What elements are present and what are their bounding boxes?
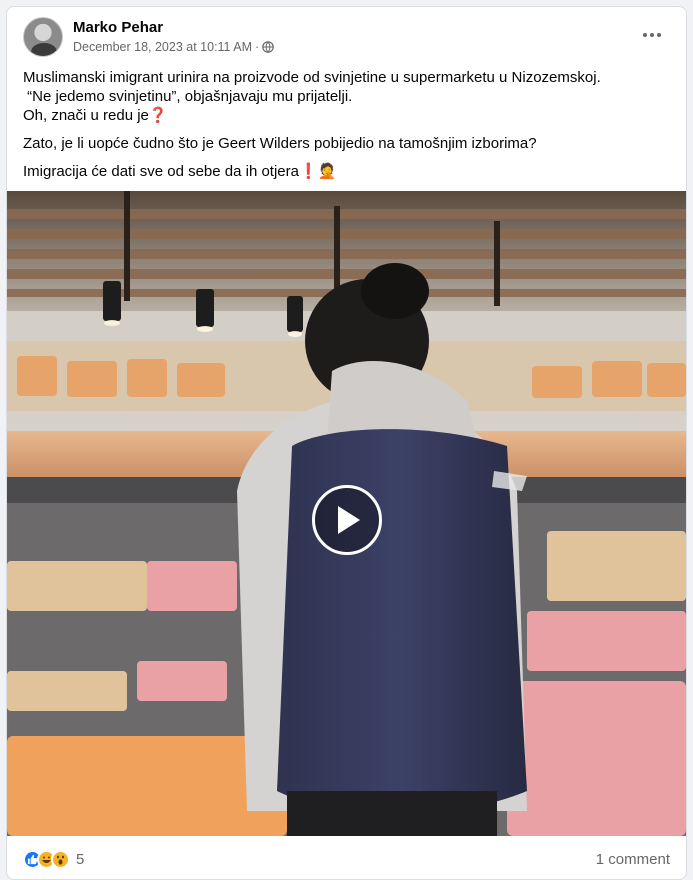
meta-separator: · bbox=[255, 40, 260, 54]
post-timestamp[interactable]: December 18, 2023 at 10:11 AM bbox=[73, 40, 252, 54]
reaction-count[interactable]: 5 bbox=[76, 851, 84, 868]
facepalm-emoji: 🤦 bbox=[317, 163, 337, 180]
comments-link[interactable]: 1 comment bbox=[596, 851, 670, 868]
author-avatar[interactable] bbox=[23, 17, 63, 57]
post-meta: December 18, 2023 at 10:11 AM · bbox=[73, 40, 275, 54]
post-text-line: Zato, je li uopće čudno što je Geert Wil… bbox=[23, 135, 537, 152]
reactions[interactable] bbox=[23, 849, 70, 869]
more-horizontal-icon bbox=[643, 33, 647, 37]
play-icon bbox=[338, 506, 360, 534]
wow-icon bbox=[51, 849, 70, 869]
post-text-line: “Ne jedemo svinjetinu”, objašnjavaju mu … bbox=[27, 88, 353, 105]
post-text-line: Oh, znači u redu je❓ bbox=[23, 107, 168, 124]
post-card: Marko Pehar December 18, 2023 at 10:11 A… bbox=[6, 6, 687, 880]
post-footer: 5 1 comment bbox=[23, 847, 670, 871]
video-player[interactable] bbox=[7, 191, 686, 836]
exclamation-emoji: ❗ bbox=[298, 163, 318, 180]
more-options-button[interactable] bbox=[638, 23, 666, 47]
post-text-line: Muslimanski imigrant urinira na proizvod… bbox=[23, 69, 601, 86]
post-text-line: Imigracija će dati sve od sebe da ih otj… bbox=[23, 163, 337, 180]
post-header: Marko Pehar December 18, 2023 at 10:11 A… bbox=[23, 17, 670, 59]
question-mark-emoji: ❓ bbox=[148, 107, 168, 124]
play-button[interactable] bbox=[312, 485, 382, 555]
post-text: Muslimanski imigrant urinira na proizvod… bbox=[23, 68, 670, 181]
globe-icon[interactable] bbox=[262, 41, 275, 53]
author-name[interactable]: Marko Pehar bbox=[73, 19, 163, 36]
